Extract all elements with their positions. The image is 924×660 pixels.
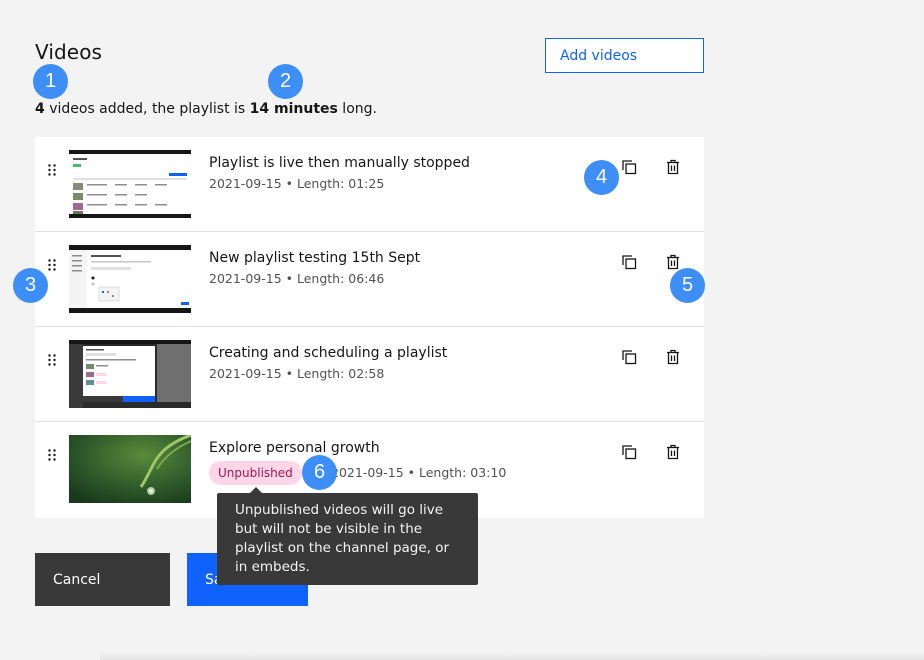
add-videos-button[interactable]: Add videos [545,38,704,73]
video-thumbnail [69,245,191,313]
drag-handle-icon[interactable] [48,446,56,461]
copy-icon[interactable] [619,347,639,367]
video-title: New playlist testing 15th Sept [209,250,421,266]
video-title: Creating and scheduling a playlist [209,345,448,361]
playlist-duration: 14 minutes [249,101,338,117]
video-row: New playlist testing 15th Sept 2021-09-1… [35,232,704,327]
video-meta: 2021-09-15 • Length: 03:10 [331,465,507,480]
video-thumbnail [69,435,191,503]
cancel-button[interactable]: Cancel [35,553,170,606]
video-meta: 2021-09-15 • Length: 06:46 [209,271,385,286]
drag-handle-icon[interactable] [48,161,56,176]
page-title: Videos [35,40,103,64]
annotation-badge: 5 [670,268,705,303]
copy-icon[interactable] [619,157,639,177]
drag-handle-icon[interactable] [48,351,56,366]
summary-text-mid: videos added, the playlist is [44,101,250,117]
trash-icon[interactable] [663,157,683,177]
annotation-badge: 3 [13,268,48,303]
copy-icon[interactable] [619,252,639,272]
video-title: Explore personal growth [209,440,380,456]
annotation-badge: 4 [584,160,619,195]
trash-icon[interactable] [663,347,683,367]
video-row: Creating and scheduling a playlist 2021-… [35,327,704,422]
unpublished-tooltip: Unpublished videos will go live but will… [217,487,478,585]
copy-icon[interactable] [619,442,639,462]
video-thumbnail [69,340,191,408]
playlist-summary: 4 videos added, the playlist is 14 minut… [35,101,377,117]
video-thumbnail [69,150,191,218]
drag-handle-icon[interactable] [48,256,56,271]
bottom-shadow [100,652,924,660]
annotation-badge: 1 [33,64,68,99]
annotation-badge: 6 [302,455,337,490]
video-title: Playlist is live then manually stopped [209,155,470,171]
video-count: 4 [35,101,45,117]
unpublished-tag[interactable]: Unpublished [209,461,302,485]
annotation-badge: 2 [268,64,303,99]
summary-text-end: long. [337,101,377,117]
video-meta: 2021-09-15 • Length: 01:25 [209,176,385,191]
video-meta: 2021-09-15 • Length: 02:58 [209,366,385,381]
trash-icon[interactable] [663,442,683,462]
